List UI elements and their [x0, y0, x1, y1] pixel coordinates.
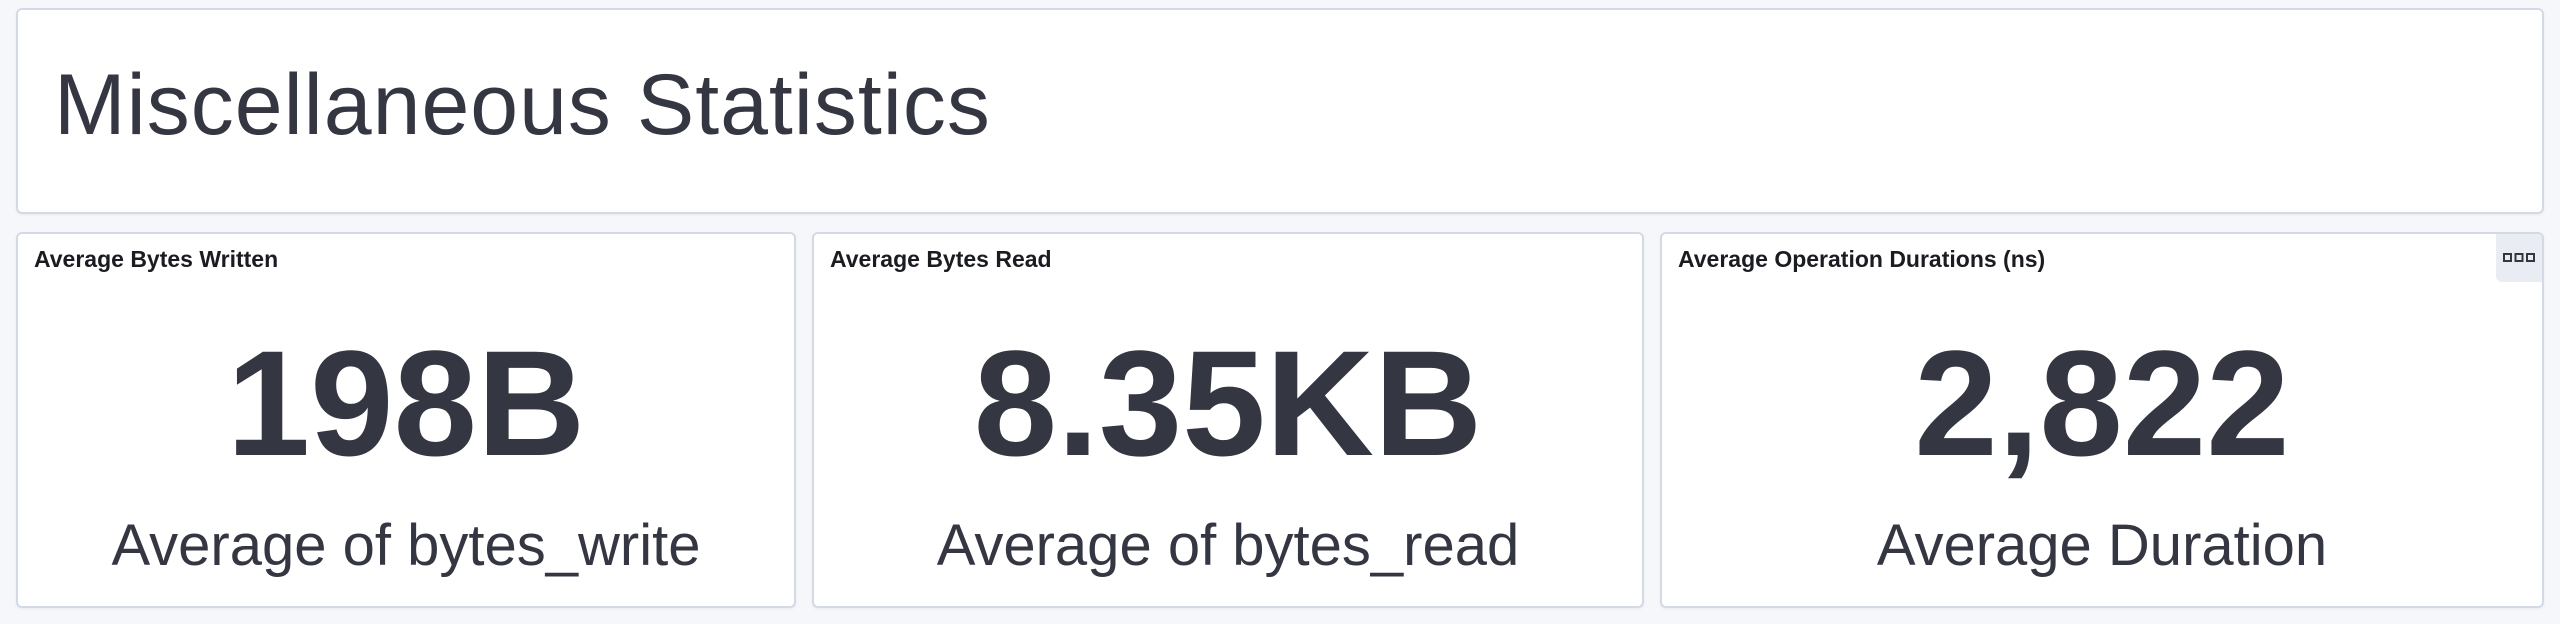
- ellipsis-icon: [2503, 253, 2535, 262]
- metric-value: 198B: [226, 319, 586, 487]
- panel-options-button[interactable]: [2496, 234, 2542, 282]
- panel-title: Average Operation Durations (ns): [1678, 246, 2046, 272]
- metric-panel-bytes-written: Average Bytes Written 198B Average of by…: [16, 232, 796, 608]
- metric-label: Average of bytes_read: [936, 513, 1520, 578]
- metric-label: Average of bytes_write: [111, 513, 701, 578]
- page-title: Miscellaneous Statistics: [54, 57, 991, 153]
- metric-value: 2,822: [1914, 319, 2290, 487]
- markdown-title-panel: Miscellaneous Statistics: [16, 8, 2544, 214]
- metric-value: 8.35KB: [973, 319, 1483, 487]
- panel-title: Average Bytes Read: [830, 246, 1052, 272]
- metric-panel-operation-durations: Average Operation Durations (ns) 2,822 A…: [1660, 232, 2544, 608]
- metric-label: Average Duration: [1876, 513, 2328, 578]
- panel-title: Average Bytes Written: [34, 246, 279, 272]
- metric-panel-bytes-read: Average Bytes Read 8.35KB Average of byt…: [812, 232, 1644, 608]
